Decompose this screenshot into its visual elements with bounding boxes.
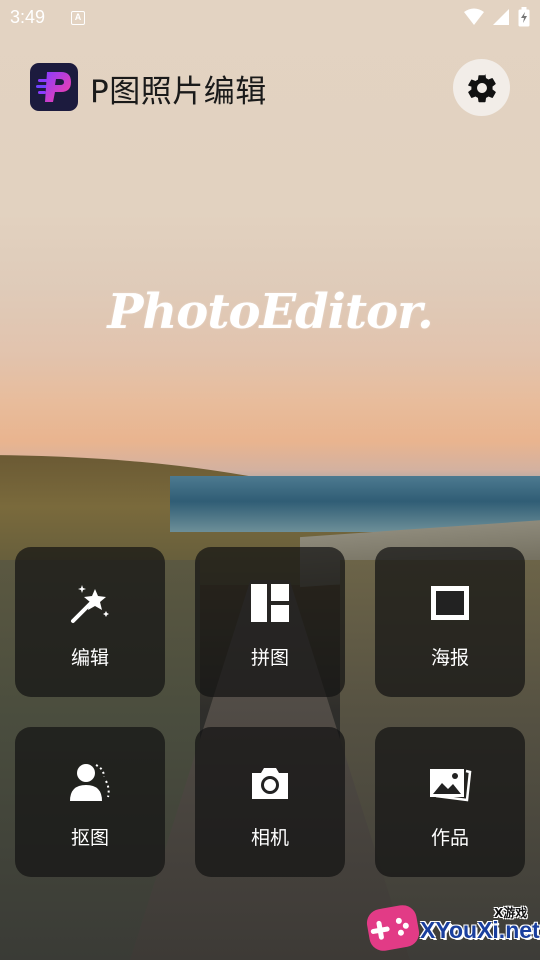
magic-wand-icon (68, 581, 112, 625)
cutout-person-icon (68, 761, 112, 805)
gallery-icon (428, 761, 472, 805)
watermark-site-text: XYouXi.net (420, 917, 540, 943)
poster-frame-icon (428, 581, 472, 625)
settings-button[interactable] (453, 59, 510, 116)
tile-cutout[interactable]: 抠图 (15, 727, 165, 877)
tile-edit[interactable]: 编辑 (15, 547, 165, 697)
tile-poster-label: 海报 (430, 647, 469, 669)
app-logo (30, 63, 78, 111)
tile-works-label: 作品 (430, 827, 469, 849)
gear-icon (467, 73, 496, 102)
camera-icon (248, 761, 292, 805)
status-icons (464, 7, 530, 27)
collage-layout-icon (248, 581, 292, 625)
notification-icon: A (71, 11, 85, 25)
tile-edit-label: 编辑 (70, 647, 109, 669)
tile-works[interactable]: 作品 (375, 727, 525, 877)
wifi-icon (464, 8, 484, 25)
app-screen: 3:49 A P图照片编辑 PhotoEditor. 编辑 拼图 海报 抠图 相… (0, 0, 540, 960)
gamepad-logo-icon (364, 902, 422, 954)
tile-camera[interactable]: 相机 (195, 727, 345, 877)
hero-photoeditor-text: PhotoEditor. (107, 284, 433, 340)
app-logo-icon (36, 72, 71, 102)
tile-collage[interactable]: 拼图 (195, 547, 345, 697)
tile-poster[interactable]: 海报 (375, 547, 525, 697)
site-watermark: X游戏 XYouXi.net (364, 902, 540, 957)
status-time: 3:49 (10, 7, 46, 27)
battery-icon (518, 7, 530, 27)
app-title: P图照片编辑 (90, 74, 267, 110)
tile-cutout-label: 抠图 (70, 827, 109, 849)
status-bar: 3:49 A (0, 0, 540, 36)
signal-icon (493, 9, 509, 25)
tile-camera-label: 相机 (250, 827, 289, 849)
tile-collage-label: 拼图 (250, 647, 289, 669)
